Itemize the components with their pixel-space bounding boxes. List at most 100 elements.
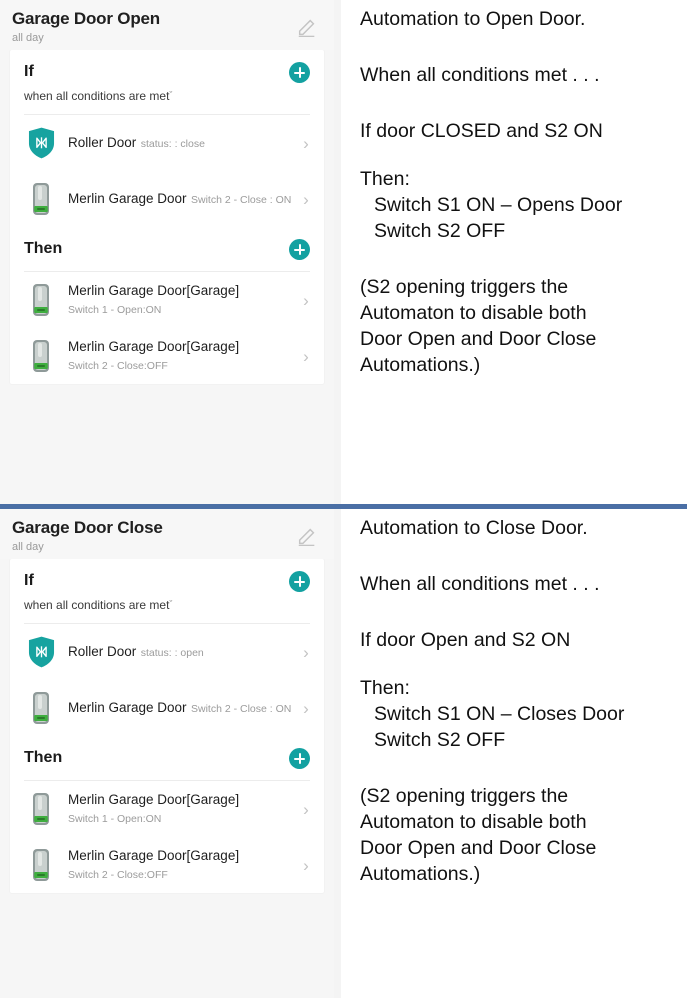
list-item-subtitle: status: : open bbox=[140, 647, 204, 659]
merlin-device-icon bbox=[24, 337, 58, 375]
list-item-text: Roller Door status: : close bbox=[68, 134, 298, 152]
automation-card-open: If when all conditions are metˇ Roller D… bbox=[10, 50, 324, 384]
list-item[interactable]: Merlin Garage Door[Garage] Switch 2 - Cl… bbox=[10, 328, 324, 384]
list-item[interactable]: Roller Door status: : close › bbox=[10, 115, 324, 171]
then-section-header: Then bbox=[10, 736, 324, 780]
chevron-right-icon[interactable]: › bbox=[298, 857, 314, 874]
chevron-right-icon[interactable]: › bbox=[298, 801, 314, 818]
then-section-title: Then bbox=[24, 240, 63, 257]
if-section-header: If when all conditions are metˇ bbox=[10, 50, 324, 114]
list-item-subtitle: Switch 2 - Close:OFF bbox=[68, 869, 168, 881]
add-action-button[interactable] bbox=[289, 748, 310, 769]
list-item-title: Merlin Garage Door[Garage] bbox=[68, 848, 240, 863]
merlin-device-icon bbox=[24, 790, 58, 828]
list-item-title: Merlin Garage Door[Garage] bbox=[68, 792, 240, 807]
automation-header-close: Garage Door Close all day bbox=[0, 509, 334, 559]
list-item[interactable]: Merlin Garage Door Switch 2 - Close : ON… bbox=[10, 680, 324, 736]
list-item-subtitle: Switch 1 - Open:ON bbox=[68, 813, 162, 825]
list-item-title: Roller Door bbox=[68, 644, 137, 659]
list-item-title: Merlin Garage Door bbox=[68, 191, 187, 206]
chevron-down-icon: ˇ bbox=[169, 90, 173, 100]
pencil-icon[interactable] bbox=[296, 16, 318, 38]
add-condition-button[interactable] bbox=[289, 62, 310, 83]
if-section-header: If when all conditions are metˇ bbox=[10, 559, 324, 623]
add-action-button[interactable] bbox=[289, 239, 310, 260]
annotation-condition-intro: When all conditions met . . . bbox=[360, 64, 600, 86]
list-item-text: Merlin Garage Door[Garage] Switch 2 - Cl… bbox=[68, 338, 298, 374]
automation-panel-open: Garage Door Open all day If when all con… bbox=[0, 0, 687, 504]
annotation-heading: Automation to Close Door. bbox=[360, 517, 588, 539]
list-item[interactable]: Merlin Garage Door[Garage] Switch 1 - Op… bbox=[10, 781, 324, 837]
list-item-text: Merlin Garage Door Switch 2 - Close : ON bbox=[68, 699, 298, 717]
list-item[interactable]: Merlin Garage Door[Garage] Switch 2 - Cl… bbox=[10, 837, 324, 893]
list-item-subtitle: Switch 2 - Close : ON bbox=[191, 194, 292, 206]
chevron-right-icon[interactable]: › bbox=[298, 292, 314, 309]
merlin-device-icon bbox=[24, 180, 58, 218]
app-screenshot-close: Garage Door Close all day If when all co… bbox=[0, 509, 334, 998]
annotation-then-line-2: Switch S2 OFF bbox=[374, 729, 506, 751]
list-item-subtitle: Switch 2 - Close : ON bbox=[191, 703, 292, 715]
list-item-subtitle: status: : close bbox=[140, 138, 205, 150]
list-item-text: Merlin Garage Door[Garage] Switch 1 - Op… bbox=[68, 282, 298, 318]
annotation-heading: Automation to Open Door. bbox=[360, 8, 586, 30]
chevron-right-icon[interactable]: › bbox=[298, 348, 314, 365]
annotation-column-open: Automation to Open Door. When all condit… bbox=[334, 0, 687, 504]
list-item-title: Merlin Garage Door[Garage] bbox=[68, 283, 240, 298]
chevron-right-icon[interactable]: › bbox=[298, 700, 314, 717]
chevron-right-icon[interactable]: › bbox=[298, 644, 314, 661]
plus-icon-vertical bbox=[298, 576, 301, 587]
list-item-text: Merlin Garage Door Switch 2 - Close : ON bbox=[68, 190, 298, 208]
list-item[interactable]: Merlin Garage Door[Garage] Switch 1 - Op… bbox=[10, 272, 324, 328]
then-section-header: Then bbox=[10, 227, 324, 271]
pencil-icon[interactable] bbox=[296, 525, 318, 547]
list-item-text: Roller Door status: : open bbox=[68, 643, 298, 661]
list-item[interactable]: Merlin Garage Door Switch 2 - Close : ON… bbox=[10, 171, 324, 227]
if-condition-mode-label: when all conditions are met bbox=[24, 598, 170, 612]
if-section-condition-mode[interactable]: when all conditions are metˇ bbox=[24, 87, 310, 104]
annotation-then-line-1: Switch S1 ON – Closes Door bbox=[374, 703, 625, 725]
schedule-label: all day bbox=[12, 32, 44, 44]
list-item-title: Merlin Garage Door[Garage] bbox=[68, 339, 240, 354]
app-screenshot-open: Garage Door Open all day If when all con… bbox=[0, 0, 334, 504]
roller-door-shield-icon bbox=[24, 124, 58, 162]
roller-door-shield-icon bbox=[24, 633, 58, 671]
then-section-title: Then bbox=[24, 749, 63, 766]
plus-icon-vertical bbox=[298, 244, 301, 255]
list-item-subtitle: Switch 1 - Open:ON bbox=[68, 304, 162, 316]
plus-icon-vertical bbox=[298, 67, 301, 78]
if-section-title: If bbox=[24, 572, 34, 589]
list-item[interactable]: Roller Door status: : open › bbox=[10, 624, 324, 680]
list-item-title: Merlin Garage Door bbox=[68, 700, 187, 715]
automation-header-open: Garage Door Open all day bbox=[0, 0, 334, 50]
if-section-condition-mode[interactable]: when all conditions are metˇ bbox=[24, 596, 310, 613]
page-title: Garage Door Close bbox=[12, 518, 163, 537]
annotation-footnote: (S2 opening triggers the Automaton to di… bbox=[360, 785, 597, 885]
annotation-column-close: Automation to Close Door. When all condi… bbox=[334, 509, 687, 998]
chevron-down-icon: ˇ bbox=[169, 599, 173, 609]
merlin-device-icon bbox=[24, 846, 58, 884]
comparison-page: Garage Door Open all day If when all con… bbox=[0, 0, 687, 998]
list-item-text: Merlin Garage Door[Garage] Switch 2 - Cl… bbox=[68, 847, 298, 883]
schedule-label: all day bbox=[12, 541, 44, 553]
merlin-device-icon bbox=[24, 281, 58, 319]
automation-card-close: If when all conditions are metˇ Roller D… bbox=[10, 559, 324, 893]
list-item-subtitle: Switch 2 - Close:OFF bbox=[68, 360, 168, 372]
annotation-footnote: (S2 opening triggers the Automaton to di… bbox=[360, 276, 597, 376]
chevron-right-icon[interactable]: › bbox=[298, 135, 314, 152]
list-item-text: Merlin Garage Door[Garage] Switch 1 - Op… bbox=[68, 791, 298, 827]
annotation-condition: If door CLOSED and S2 ON bbox=[360, 120, 603, 142]
annotation-then-label: Then: bbox=[360, 168, 410, 190]
if-condition-mode-label: when all conditions are met bbox=[24, 89, 170, 103]
chevron-right-icon[interactable]: › bbox=[298, 191, 314, 208]
page-title: Garage Door Open bbox=[12, 9, 160, 28]
annotation-condition: If door Open and S2 ON bbox=[360, 629, 571, 651]
if-section-title: If bbox=[24, 63, 34, 80]
add-condition-button[interactable] bbox=[289, 571, 310, 592]
